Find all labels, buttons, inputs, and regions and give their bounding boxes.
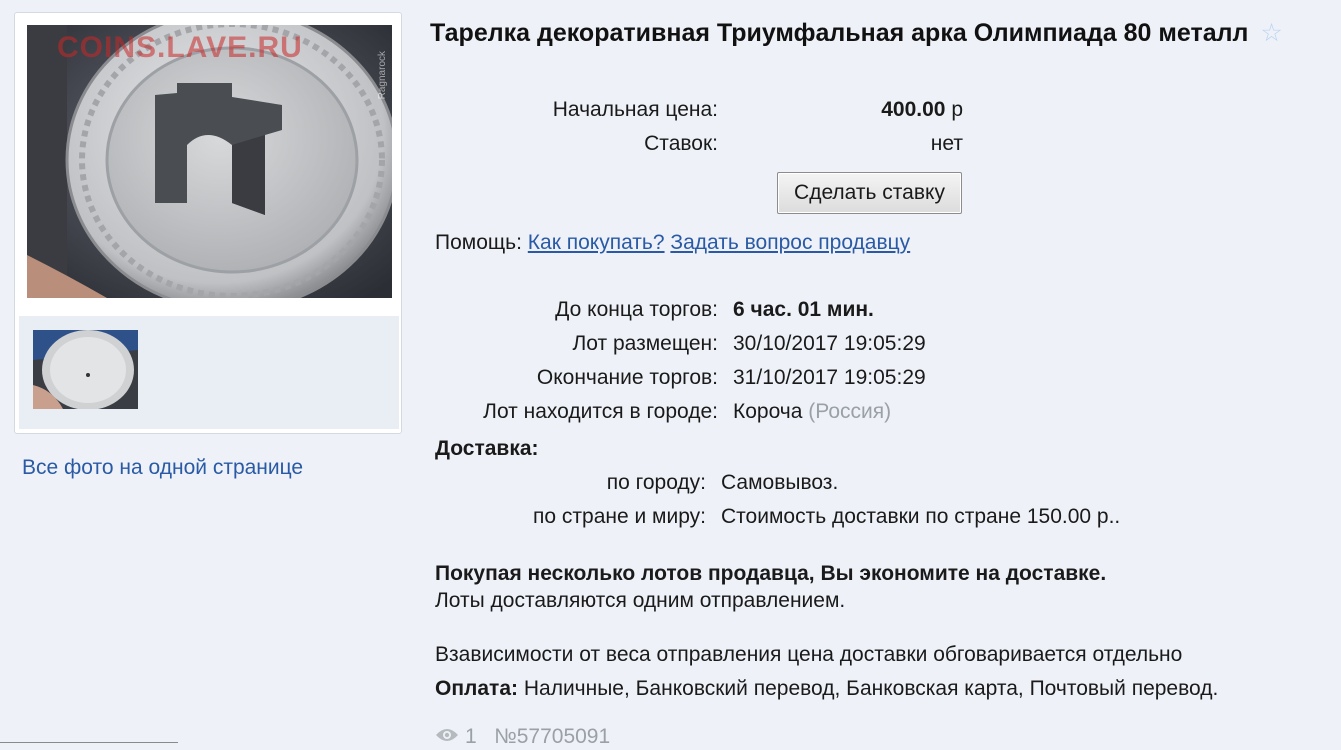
weight-note: Взависимости от веса отправления цена до… bbox=[435, 643, 1183, 666]
thumbnail-image bbox=[33, 330, 138, 409]
divider bbox=[0, 742, 178, 743]
currency: р bbox=[951, 98, 963, 121]
ends-label: Окончание торгов: bbox=[536, 366, 718, 389]
bids-label: Ставок: bbox=[644, 132, 718, 155]
lot-title: Тарелка декоративная Триумфальная арка О… bbox=[430, 19, 1249, 47]
ask-seller-link[interactable]: Задать вопрос продавцу bbox=[670, 231, 910, 254]
lot-stats: 1 №57705091 bbox=[435, 725, 610, 749]
multi-lot-note-bold: Покупая несколько лотов продавца, Вы эко… bbox=[435, 562, 1107, 585]
main-photo[interactable]: COINS.LAVE.RU Ragnarock bbox=[27, 25, 392, 298]
help-label: Помощь: bbox=[435, 231, 522, 254]
country-value: (Россия) bbox=[808, 400, 892, 423]
city-value: Короча bbox=[733, 400, 803, 423]
time-left-label: До конца торгов: bbox=[555, 298, 718, 321]
how-to-buy-link[interactable]: Как покупать? bbox=[528, 231, 665, 254]
delivery-city-label: по городу: bbox=[606, 471, 706, 494]
posted-label: Лот размещен: bbox=[572, 332, 718, 355]
site-watermark: COINS.LAVE.RU bbox=[57, 31, 303, 64]
views-count: 1 bbox=[465, 725, 477, 748]
lot-title-container: Тарелка декоративная Триумфальная арка О… bbox=[430, 18, 1300, 49]
eye-icon bbox=[435, 725, 459, 749]
payment-value: Наличные, Банковский перевод, Банковская… bbox=[523, 677, 1219, 700]
delivery-world-value: Стоимость доставки по стране 150.00 р.. bbox=[721, 505, 1121, 528]
posted-value: 30/10/2017 19:05:29 bbox=[733, 332, 926, 355]
place-bid-button[interactable]: Сделать ставку bbox=[777, 172, 962, 214]
multi-lot-note: Лоты доставляются одним отправлением. bbox=[435, 589, 846, 612]
start-price-value: 400.00 bbox=[881, 98, 946, 121]
plate-image bbox=[27, 25, 392, 298]
delivery-heading: Доставка: bbox=[435, 437, 539, 460]
thumbnail-1[interactable] bbox=[33, 330, 138, 409]
all-photos-link[interactable]: Все фото на одной странице bbox=[22, 456, 303, 480]
delivery-world-label: по стране и миру: bbox=[533, 505, 706, 528]
payment-label: Оплата: bbox=[435, 677, 518, 700]
lot-number: №57705091 bbox=[494, 725, 611, 748]
star-icon[interactable]: ☆ bbox=[1260, 19, 1282, 47]
photo-author-watermark: Ragnarock bbox=[377, 51, 388, 100]
start-price-label: Начальная цена: bbox=[552, 98, 718, 121]
photo-gallery: COINS.LAVE.RU Ragnarock bbox=[14, 12, 402, 434]
payment-row: Оплата: Наличные, Банковский перевод, Ба… bbox=[435, 677, 1218, 701]
help-row: Помощь: Как покупать? Задать вопрос прод… bbox=[435, 231, 910, 255]
start-price: 400.00 р bbox=[881, 98, 963, 122]
delivery-city-value: Самовывоз. bbox=[721, 471, 839, 494]
ends-value: 31/10/2017 19:05:29 bbox=[733, 366, 926, 389]
location: Короча (Россия) bbox=[733, 400, 891, 424]
city-label: Лот находится в городе: bbox=[483, 400, 718, 423]
thumbnail-strip bbox=[19, 316, 399, 429]
time-left-value: 6 час. 01 мин. bbox=[733, 298, 874, 321]
bids-value: нет bbox=[930, 132, 963, 155]
